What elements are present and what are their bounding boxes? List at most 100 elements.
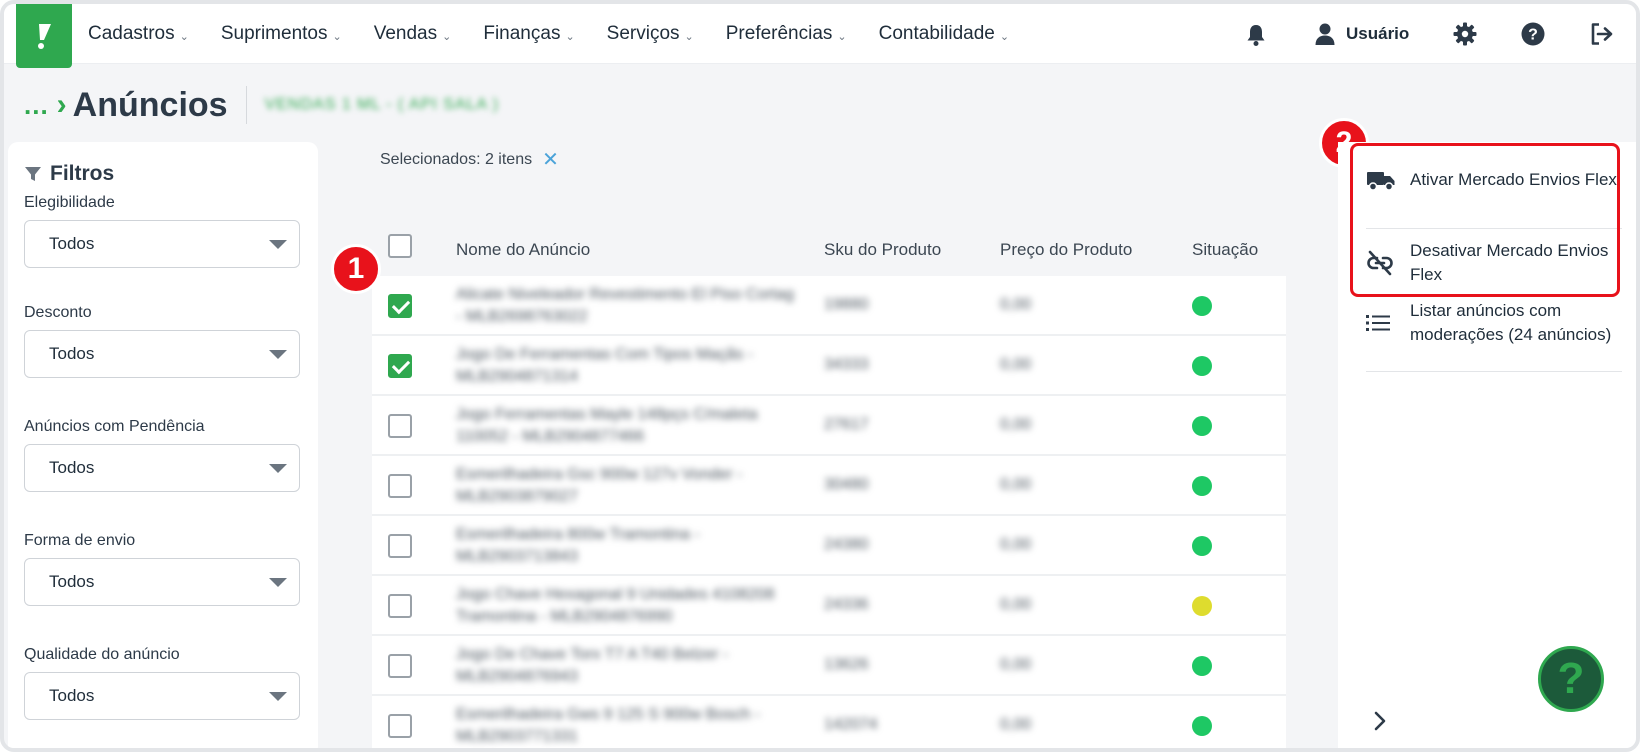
filter-label-forma-envio: Forma de envio — [24, 532, 136, 549]
nav-label: Finanças — [483, 23, 561, 44]
cell-listing-name[interactable]: Jogo Ferramentas Mayle 148pçs C/maleta 1… — [456, 404, 796, 448]
bell-icon[interactable] — [1244, 23, 1268, 47]
column-header-price[interactable]: Preço do Produto — [1000, 240, 1132, 260]
account-selector[interactable]: VENDAS 1 ML - ( API SALA ) — [265, 96, 499, 114]
cell-listing-name[interactable]: Jogo De Ferramentas Com Tipos Maçãs - ML… — [456, 344, 796, 388]
cell-sku: 24336 — [824, 596, 869, 613]
help-icon[interactable]: ? — [1521, 22, 1545, 46]
action-divider — [1366, 371, 1622, 372]
select-value: Todos — [49, 344, 95, 363]
nav-servicos[interactable]: Serviços ⌄ — [607, 23, 694, 45]
chevron-down-icon: ⌄ — [442, 30, 452, 43]
breadcrumb-ellipsis[interactable]: ... — [24, 90, 49, 121]
listings-table: Nome do Anúncio Sku do Produto Preço do … — [372, 226, 1286, 748]
cell-listing-name[interactable]: Jogo De Chave Torx T7 A T40 Belzer - MLB… — [456, 644, 796, 688]
filters-title-text: Filtros — [50, 162, 115, 185]
nav-contabilidade[interactable]: Contabilidade ⌄ — [879, 23, 1009, 45]
cell-listing-name[interactable]: Esmerilhadeira Gws 9 125 S 900w Bosch - … — [456, 704, 796, 748]
logout-icon[interactable] — [1590, 22, 1614, 46]
row-checkbox[interactable] — [388, 654, 412, 678]
page-title: Anúncios — [72, 85, 228, 124]
cell-sku: 13626 — [824, 656, 869, 673]
table-row[interactable]: Esmerilhadeira 800w Tramontina - MLB2903… — [372, 516, 1286, 576]
filter-select-forma-envio[interactable]: Todos — [24, 558, 300, 606]
column-header-status[interactable]: Situação — [1192, 240, 1258, 260]
row-checkbox[interactable] — [388, 354, 412, 378]
nav-label: Suprimentos — [220, 23, 328, 44]
column-header-sku[interactable]: Sku do Produto — [824, 240, 941, 260]
cell-sku: 27617 — [824, 416, 869, 433]
nav-preferencias[interactable]: Preferências ⌄ — [726, 23, 847, 45]
cell-price: 0,00 — [1000, 416, 1032, 433]
status-dot — [1192, 416, 1212, 436]
row-checkbox[interactable] — [388, 414, 412, 438]
table-row[interactable]: Jogo De Chave Torx T7 A T40 Belzer - MLB… — [372, 636, 1286, 696]
cell-price: 0,00 — [1000, 356, 1032, 373]
row-checkbox[interactable] — [388, 534, 412, 558]
main-menu: Cadastros ⌄ Suprimentos ⌄ Vendas ⌄ Finanças… — [88, 4, 1041, 64]
cell-sku: 30480 — [824, 476, 869, 493]
filter-label-desconto: Desconto — [24, 304, 92, 321]
select-value: Todos — [49, 686, 95, 705]
table-row[interactable]: Esmerilhadeira Gws 9 125 S 900w Bosch - … — [372, 696, 1286, 748]
nav-label: Preferências — [725, 23, 833, 44]
nav-vendas[interactable]: Vendas ⌄ — [374, 23, 452, 45]
status-dot — [1192, 296, 1212, 316]
row-checkbox[interactable] — [388, 474, 412, 498]
cell-listing-name[interactable]: Alicate Niveleador Revestimento El Piso … — [456, 284, 796, 328]
cell-listing-name[interactable]: Esmerilhadeira 800w Tramontina - MLB2903… — [456, 524, 796, 568]
nav-label: Serviços — [606, 23, 680, 44]
select-value: Todos — [49, 458, 95, 477]
help-fab-button[interactable]: ? — [1538, 646, 1604, 712]
select-all-checkbox[interactable] — [388, 234, 412, 258]
chevron-down-icon: ⌄ — [999, 30, 1010, 43]
selection-info: Selecionados: 2 itens ✕ — [380, 147, 559, 172]
filter-select-elegibilidade[interactable]: Todos — [24, 220, 300, 268]
top-navbar: Cadastros ⌄ Suprimentos ⌄ Vendas ⌄ Finanças… — [4, 4, 1636, 68]
list-icon — [1366, 313, 1400, 333]
chevron-down-icon: ⌄ — [837, 30, 847, 43]
table-row[interactable]: Jogo Chave Hexagonal 9 Unidades 4108208 … — [372, 576, 1286, 636]
row-checkbox[interactable] — [388, 714, 412, 738]
filter-icon — [25, 167, 41, 181]
app-logo[interactable] — [16, 4, 72, 68]
actions-highlight-box — [1350, 143, 1620, 297]
svg-text:?: ? — [1528, 27, 1538, 44]
cell-price: 0,00 — [1000, 296, 1032, 313]
user-icon — [1315, 23, 1335, 45]
table-body: Alicate Niveleador Revestimento El Piso … — [372, 276, 1286, 748]
cell-price: 0,00 — [1000, 716, 1032, 733]
cell-listing-name[interactable]: Esmerilhadeira Gsc 900w 127v Vonder - ML… — [456, 464, 796, 508]
chevron-right-icon[interactable] — [1372, 710, 1388, 737]
nav-cadastros[interactable]: Cadastros ⌄ — [88, 23, 189, 45]
cell-sku: 34333 — [824, 356, 869, 373]
table-row[interactable]: Esmerilhadeira Gsc 900w 127v Vonder - ML… — [372, 456, 1286, 516]
nav-suprimentos[interactable]: Suprimentos ⌄ — [221, 23, 342, 45]
chevron-down-icon: ⌄ — [332, 30, 342, 43]
breadcrumb: ... › Anúncios VENDAS 1 ML - ( API SALA … — [24, 82, 499, 128]
filter-select-pendencia[interactable]: Todos — [24, 444, 300, 492]
filter-select-desconto[interactable]: Todos — [24, 330, 300, 378]
user-menu[interactable]: Usuário — [1314, 22, 1409, 46]
cell-price: 0,00 — [1000, 536, 1032, 553]
user-name: Usuário — [1346, 24, 1410, 43]
cell-listing-name[interactable]: Jogo Chave Hexagonal 9 Unidades 4108208 … — [456, 584, 796, 628]
clear-selection-icon[interactable]: ✕ — [542, 147, 559, 172]
filter-label-qualidade: Qualidade do anúncio — [24, 646, 180, 663]
list-moderations-action[interactable]: Listar anúncios com moderações (24 anúnc… — [1366, 299, 1622, 347]
status-dot — [1192, 656, 1212, 676]
gear-icon[interactable] — [1453, 22, 1477, 46]
table-row[interactable]: Jogo De Ferramentas Com Tipos Maçãs - ML… — [372, 336, 1286, 396]
table-row[interactable]: Jogo Ferramentas Mayle 148pçs C/maleta 1… — [372, 396, 1286, 456]
cell-sku: 19880 — [824, 296, 869, 313]
table-row[interactable]: Alicate Niveleador Revestimento El Piso … — [372, 276, 1286, 336]
app-frame: Cadastros ⌄ Suprimentos ⌄ Vendas ⌄ Finanças… — [0, 0, 1640, 752]
caret-down-icon — [269, 350, 287, 359]
column-header-name[interactable]: Nome do Anúncio — [456, 240, 590, 260]
row-checkbox[interactable] — [388, 294, 412, 318]
row-checkbox[interactable] — [388, 594, 412, 618]
nav-financas[interactable]: Finanças ⌄ — [483, 23, 574, 45]
cell-price: 0,00 — [1000, 596, 1032, 613]
chevron-down-icon: ⌄ — [684, 30, 694, 43]
filter-select-qualidade[interactable]: Todos — [24, 672, 300, 720]
